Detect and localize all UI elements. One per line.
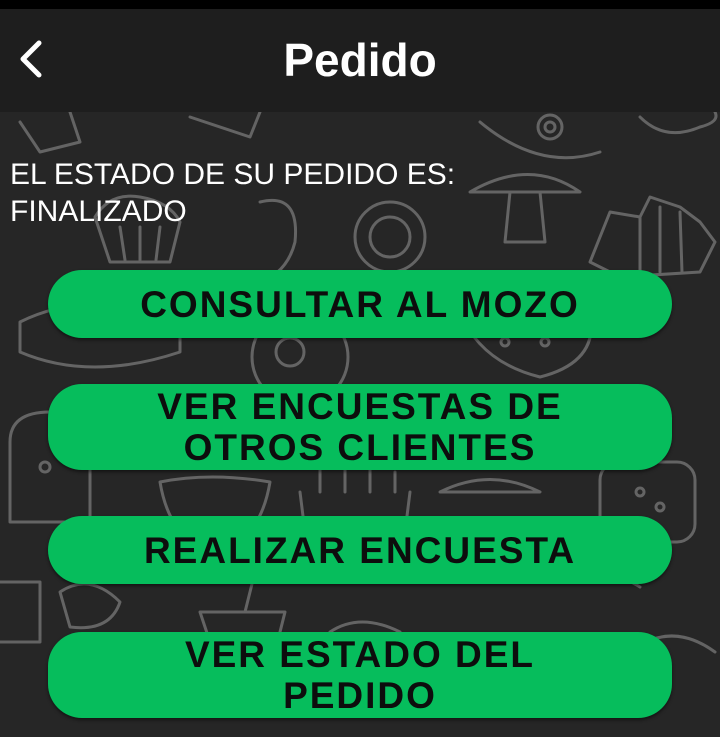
- page-title: Pedido: [283, 34, 437, 86]
- view-order-status-label-line1: VER ESTADO DEL: [184, 634, 536, 675]
- status-bar: [0, 0, 720, 9]
- screen: Pedido EL ESTADO DE SU PEDIDO ES: FINALI…: [0, 0, 720, 737]
- take-survey-button[interactable]: REALIZAR ENCUESTA: [48, 516, 672, 584]
- view-other-surveys-label-line1: VER ENCUESTAS DE: [157, 386, 563, 427]
- consult-waiter-label: CONSULTAR AL MOZO: [140, 283, 580, 325]
- view-other-surveys-button[interactable]: VER ENCUESTAS DE OTROS CLIENTES: [48, 384, 672, 470]
- view-other-surveys-label-line2: OTROS CLIENTES: [183, 427, 537, 468]
- main-content: EL ESTADO DE SU PEDIDO ES: FINALIZADO CO…: [0, 112, 720, 737]
- order-status-value: FINALIZADO: [10, 195, 187, 228]
- consult-waiter-button[interactable]: CONSULTAR AL MOZO: [48, 270, 672, 338]
- app-bar: Pedido: [0, 9, 720, 112]
- view-order-status-button[interactable]: VER ESTADO DEL PEDIDO: [48, 632, 672, 718]
- view-order-status-label-line2: PEDIDO: [283, 675, 437, 716]
- order-status-label: EL ESTADO DE SU PEDIDO ES:: [10, 158, 456, 191]
- take-survey-label: REALIZAR ENCUESTA: [143, 529, 577, 571]
- order-status-text: EL ESTADO DE SU PEDIDO ES: FINALIZADO: [10, 156, 570, 230]
